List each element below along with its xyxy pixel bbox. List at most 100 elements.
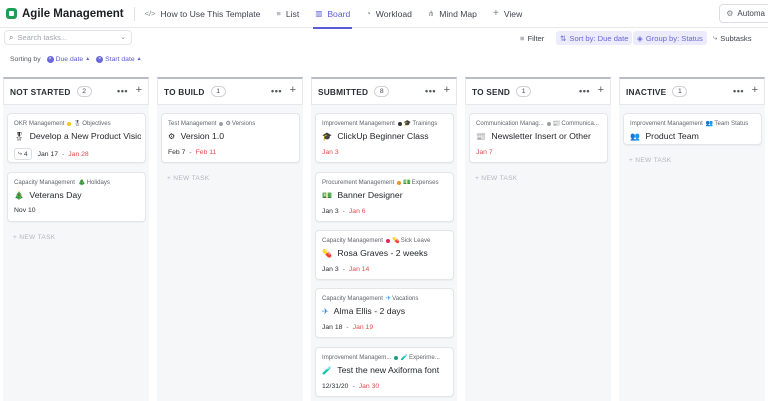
tab-how-to-use[interactable]: </> How to Use This Template (137, 0, 269, 28)
column-title: INACTIVE (626, 86, 667, 97)
tab-label: Mind Map (439, 8, 477, 19)
start-date: Feb 7 (168, 149, 186, 156)
card-dates: Jan 18 - Jan 19 (322, 324, 373, 331)
newspaper-icon: 📰 (476, 132, 486, 141)
subtask-count: 4 (23, 150, 28, 158)
sort-chip-start-date[interactable]: × Start date ▲ (96, 55, 142, 63)
more-icon[interactable]: ••• (425, 86, 436, 96)
add-task-icon[interactable]: + (444, 84, 450, 96)
group-icon: ◈ (637, 33, 643, 43)
date-separator: - (189, 149, 192, 156)
new-task-button[interactable]: + NEW TASK (629, 157, 672, 164)
task-card[interactable]: Improvement Management 🎓 Trainings 🎓 Cli… (315, 113, 454, 163)
card-list-name: Capacity Management (322, 237, 383, 244)
date-separator: - (62, 150, 65, 158)
more-icon[interactable]: ••• (117, 86, 128, 96)
robot-icon: ⚙ (726, 9, 734, 18)
card-list-name: OKR Management (14, 120, 65, 127)
chevron-down-icon[interactable]: ⌄ (120, 33, 126, 41)
more-icon[interactable]: ••• (579, 86, 590, 96)
filter-icon: ≡ (520, 33, 525, 43)
subtasks-button[interactable]: ⤷ Subtasks (709, 31, 756, 45)
new-task-button[interactable]: + NEW TASK (13, 234, 56, 241)
task-card[interactable]: Communication Manag... 📰 Communica... 📰 … (469, 113, 608, 163)
card-tag: Objectives (82, 120, 111, 127)
column-inactive: INACTIVE 1 ••• + Improvement Management … (619, 77, 765, 401)
code-icon: </> (144, 9, 156, 18)
card-dates: Feb 7 - Feb 11 (168, 149, 216, 156)
new-task-button[interactable]: + NEW TASK (167, 175, 210, 182)
tab-list[interactable]: ≡ List (268, 0, 307, 28)
search-icon: ⌕ (9, 32, 14, 42)
tab-label: List (285, 8, 300, 19)
tab-label: Workload (375, 8, 412, 19)
card-meta: Capacity Management 🎄 Holidays (14, 179, 141, 186)
card-dates: Jan 3 (322, 149, 339, 156)
column-count: 2 (76, 86, 92, 97)
add-view-button[interactable]: + View (485, 0, 530, 28)
people-icon: 👥 (630, 132, 640, 141)
mind-map-icon: ⋔ (427, 9, 435, 18)
card-title-text: Alma Ellis - 2 days (333, 306, 406, 316)
card-tag: Trainings (412, 120, 438, 127)
automate-button[interactable]: ⚙ Automa (719, 4, 768, 23)
due-date: Jan 14 (348, 266, 370, 273)
sort-chip-due-date[interactable]: × Due date ▲ (46, 55, 90, 63)
search-input[interactable]: ⌕ Search tasks... ⌄ (4, 30, 132, 45)
group-button[interactable]: ◈ Group by: Status (633, 31, 707, 45)
task-card[interactable]: Capacity Management ✈ Vacations ✈ Alma E… (315, 288, 454, 338)
tab-workload[interactable]: ◔ Workload (358, 0, 420, 28)
card-title: 📰 Newsletter Insert or Other (476, 131, 603, 141)
tab-mind-map[interactable]: ⋔ Mind Map (420, 0, 485, 28)
due-date: Jan 28 (68, 150, 89, 158)
chip-label: Due date (55, 55, 84, 63)
sort-icon: ⇅ (560, 33, 567, 43)
space-title[interactable]: Agile Management (22, 8, 124, 20)
date-separator: - (342, 266, 345, 273)
add-task-icon[interactable]: + (598, 84, 604, 96)
column-header: INACTIVE 1 ••• + (619, 77, 765, 105)
column-header: SUBMITTED 8 ••• + (311, 77, 457, 105)
more-icon[interactable]: ••• (733, 86, 744, 96)
task-card[interactable]: Procurement Management 💵 Expenses 💵 Bann… (315, 172, 454, 222)
card-dates: Jan 7 (476, 149, 493, 156)
tag-dot (397, 121, 402, 126)
column-header: TO BUILD 1 ••• + (157, 77, 303, 105)
tag-icon: 👥 (705, 120, 714, 127)
more-icon[interactable]: ••• (271, 86, 282, 96)
tag-icon: 📰 (552, 120, 561, 127)
card-list-name: Improvement Management (630, 120, 703, 127)
card-list-name: Improvement Management (322, 120, 395, 127)
subtasks-label: Subtasks (720, 33, 752, 43)
card-dates: Jan 3 - Jan 6 (322, 208, 366, 215)
task-card[interactable]: Capacity Management 🎄 Holidays 🎄 Veteran… (7, 172, 146, 222)
title-divider (133, 6, 135, 21)
add-task-icon[interactable]: + (136, 84, 142, 96)
new-task-button[interactable]: + NEW TASK (475, 175, 518, 182)
tab-board[interactable]: ▥ Board (307, 0, 358, 29)
task-card[interactable]: Capacity Management 💊 Sick Leave 💊 Rosa … (315, 230, 454, 280)
subtasks-badge[interactable]: ⤷ 4 (14, 148, 32, 160)
due-date: Jan 6 (348, 208, 366, 215)
plus-icon: + (492, 8, 499, 19)
card-title-text: Newsletter Insert or Other (491, 131, 591, 141)
add-task-icon[interactable]: + (752, 84, 758, 96)
task-card[interactable]: OKR Management 🎖 Objectives 🎖 Develop a … (7, 113, 146, 163)
task-card[interactable]: Improvement Management 👥 Team Status 👥 P… (623, 113, 762, 145)
card-title-text: Version 1.0 (180, 131, 225, 141)
remove-sort-icon[interactable]: × (46, 55, 54, 63)
card-meta: Improvement Managem... 🧪 Experime... (322, 354, 449, 361)
tag-icon: 🎓 (403, 120, 412, 127)
tag-icon: 💵 (403, 179, 411, 186)
filter-button[interactable]: ≡ Filter (516, 31, 548, 45)
card-title: 👥 Product Team (630, 131, 757, 141)
sort-button[interactable]: ⇅ Sort by: Due date (556, 31, 633, 45)
column-count: 1 (516, 86, 532, 97)
app-logo-icon (6, 8, 17, 19)
remove-sort-icon[interactable]: × (96, 55, 104, 63)
add-task-icon[interactable]: + (290, 84, 296, 96)
task-card[interactable]: Test Management ⚙ Versions ⚙ Version 1.0… (161, 113, 300, 163)
card-title-text: Test the new Axiforma font (337, 365, 440, 375)
board: NOT STARTED 2 ••• + OKR Management 🎖 Obj… (0, 77, 768, 401)
task-card[interactable]: Improvement Managem... 🧪 Experime... 🧪 T… (315, 347, 454, 397)
